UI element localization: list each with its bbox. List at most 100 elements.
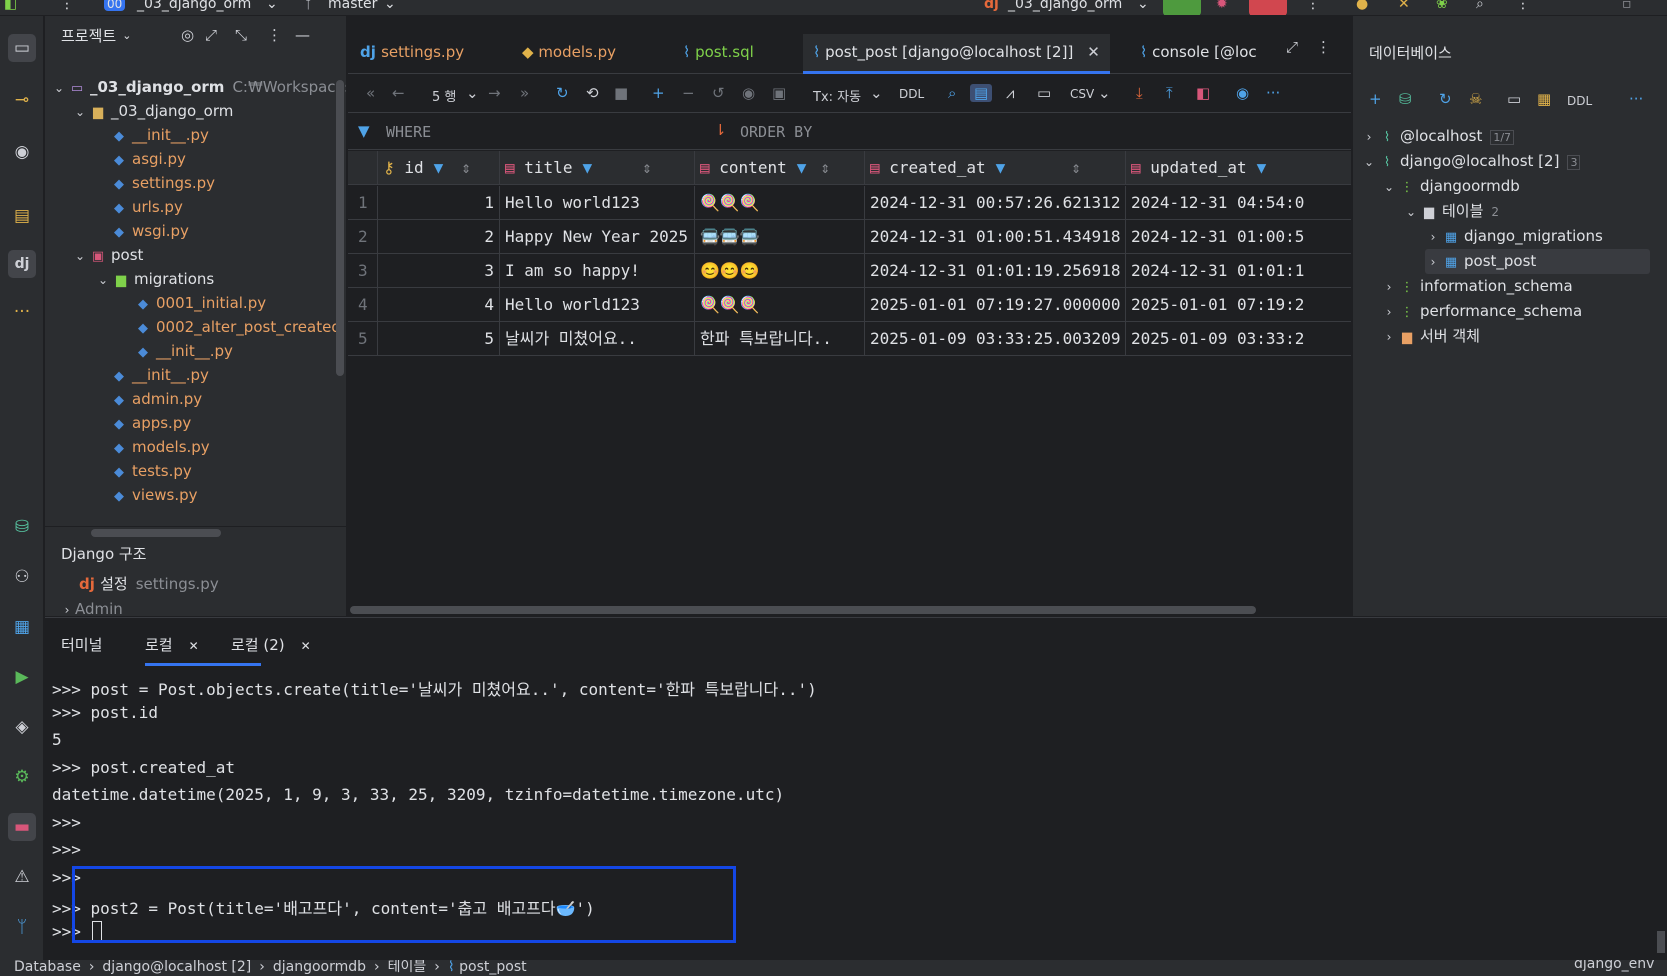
settings-more-icon[interactable]: ⋮: [1516, 0, 1530, 12]
save-icon[interactable]: ▣: [772, 84, 786, 102]
eye-icon[interactable]: ◉: [1236, 84, 1249, 102]
add-row-icon[interactable]: +: [652, 84, 665, 102]
tree-file[interactable]: ◆ urls.py: [109, 195, 183, 220]
column-header-id[interactable]: ⚷ id ▼ ⇕: [378, 151, 500, 185]
stop-icon[interactable]: ■: [614, 84, 628, 102]
compare-icon[interactable]: ◧: [1196, 84, 1210, 102]
chevron-down-icon[interactable]: ⌄: [1098, 84, 1111, 102]
target-icon[interactable]: ◎: [181, 26, 194, 44]
upload-icon[interactable]: ⤒: [1166, 84, 1173, 102]
refresh-icon[interactable]: ↻: [1439, 90, 1452, 108]
chevron-down-icon[interactable]: ⌄: [122, 29, 131, 42]
console-icon[interactable]: ▭: [1507, 90, 1521, 108]
view-mode-icon[interactable]: ▭: [1037, 84, 1051, 102]
tree-server-objects[interactable]: › ▆ 서버 객체: [1381, 324, 1480, 349]
tree-file[interactable]: ◆ 0001_initial.py: [133, 291, 266, 316]
tx-mode[interactable]: Tx: 자동: [813, 86, 861, 105]
tree-table[interactable]: › ▦ post_post: [1425, 249, 1650, 274]
refresh-icon[interactable]: ↻: [556, 84, 569, 102]
delete-row-icon[interactable]: −: [682, 84, 695, 102]
table-row[interactable]: 2 2 Happy New Year 2025 🚍🚍🚍 2024-12-31 0…: [348, 220, 1351, 254]
filter-icon[interactable]: ▤: [970, 84, 993, 102]
tree-folder[interactable]: ⌄ ▣ post: [72, 243, 143, 268]
excel-icon[interactable]: ▦: [8, 613, 36, 641]
history-icon[interactable]: ⟲: [586, 84, 599, 102]
table-row[interactable]: 1 1 Hello world123 🍭🍭🍭 2024-12-31 00:57:…: [348, 186, 1351, 220]
add-icon[interactable]: +: [1369, 90, 1382, 108]
datasource-icon[interactable]: ⛁: [1399, 90, 1412, 108]
project-name[interactable]: _03_django_orm: [137, 0, 251, 12]
options-icon[interactable]: ⋮: [267, 26, 282, 44]
structure-icon[interactable]: ▤: [8, 202, 36, 230]
tree-datasource[interactable]: › ⌇ @localhost 1/7: [1361, 124, 1515, 149]
more-icon[interactable]: ⋮: [1306, 0, 1320, 12]
search-icon[interactable]: ⌕: [948, 84, 956, 102]
column-header-created-at[interactable]: ▤ created_at ▼ ⇕: [865, 151, 1126, 185]
tree-root[interactable]: ⌄ ▭ _03_django_orm C:₩Workspaces: [51, 75, 346, 100]
revert-icon[interactable]: ↺: [712, 84, 725, 102]
table-row[interactable]: 3 3 I am so happy! 😊😊😊 2024-12-31 01:01:…: [348, 254, 1351, 288]
minimize-icon[interactable]: ▫: [1622, 0, 1632, 12]
git-icon[interactable]: ᛘ: [8, 913, 36, 941]
tree-datasource[interactable]: ⌄ ⌇ django@localhost [2] 3: [1361, 149, 1581, 174]
tree-file[interactable]: ◆ models.py: [109, 435, 210, 460]
tab-terminal[interactable]: 터미널: [61, 634, 102, 663]
table-row[interactable]: 4 4 Hello world123 🍭🍭🍭 2025-01-01 07:19:…: [348, 288, 1351, 322]
tree-schema[interactable]: ⌄ ⋮ djangoormdb: [1381, 174, 1520, 199]
project-tool-icon[interactable]: ▭: [8, 34, 36, 62]
column-header-title[interactable]: ▤ title ▼ ⇕: [500, 151, 695, 185]
collapse-icon[interactable]: ⤡: [235, 26, 247, 44]
python-console-icon[interactable]: ⚇: [8, 563, 36, 591]
where-input[interactable]: WHERE: [386, 123, 431, 141]
panel-title[interactable]: 프로젝트: [61, 25, 116, 46]
tree-file[interactable]: ◆ tests.py: [109, 459, 192, 484]
tree-file[interactable]: ◆ wsgi.py: [109, 219, 189, 244]
main-menu-icon[interactable]: ⋮: [60, 0, 74, 12]
next-page-icon[interactable]: →: [488, 84, 501, 102]
run-button[interactable]: [1163, 0, 1201, 15]
search-icon[interactable]: ⌕: [1476, 0, 1484, 12]
prev-page-icon[interactable]: ←: [392, 84, 405, 102]
stop-button[interactable]: [1249, 0, 1287, 15]
more-tools-icon[interactable]: ···: [8, 298, 36, 326]
maximize-icon[interactable]: ⤢: [1286, 38, 1298, 56]
more-icon[interactable]: ···: [1266, 84, 1280, 102]
scrollbar[interactable]: [336, 80, 344, 376]
first-page-icon[interactable]: «: [366, 84, 375, 102]
debug-icon[interactable]: ✹: [1216, 0, 1228, 12]
table-icon[interactable]: ▦: [1537, 90, 1551, 108]
tab-post-sql[interactable]: ⌇ post.sql: [673, 34, 764, 74]
branch-name[interactable]: master: [328, 0, 377, 12]
commit-icon[interactable]: ⊸: [8, 86, 36, 114]
tree-folder[interactable]: ⌄ ▆ _03_django_orm: [72, 99, 233, 124]
tree-schema[interactable]: › ⋮ information_schema: [1381, 274, 1573, 299]
tab-options-icon[interactable]: ⋮: [1316, 38, 1331, 56]
tree-schema[interactable]: › ⋮ performance_schema: [1381, 299, 1583, 324]
more-icon[interactable]: ···: [1629, 90, 1643, 108]
problems-icon[interactable]: ⚠: [8, 863, 36, 891]
chart-icon[interactable]: ⩘: [1006, 84, 1014, 102]
close-icon[interactable]: ✕: [1087, 43, 1100, 61]
table-row[interactable]: 5 5 날씨가 미쳤어요.. 한파 특보랍니다.. 2025-01-09 03:…: [348, 322, 1351, 356]
close-icon[interactable]: ✕: [301, 639, 311, 653]
page-size[interactable]: 5 행: [432, 86, 456, 105]
tree-file[interactable]: ◆ admin.py: [109, 387, 202, 412]
tab-models[interactable]: ◆ models.py: [512, 34, 626, 74]
tree-file[interactable]: ◆ 0002_alter_post_created: [133, 315, 341, 340]
disconnect-icon[interactable]: ☠: [1469, 90, 1482, 108]
run-config[interactable]: _03_django_orm: [1008, 0, 1122, 12]
ddl-button[interactable]: DDL: [899, 87, 924, 101]
tab-post-post[interactable]: ⌇ post_post [django@localhost [2]] ✕: [803, 34, 1110, 74]
column-header-content[interactable]: ▤ content ▼ ⇕: [695, 151, 865, 185]
tree-folder[interactable]: ⌄ ▆ migrations: [95, 267, 214, 292]
expand-icon[interactable]: ⤢: [205, 26, 217, 44]
tree-file[interactable]: ◆ __init__.py: [133, 339, 233, 364]
run-icon[interactable]: ▶: [8, 663, 36, 691]
tree-file[interactable]: ◆ __init__.py: [109, 363, 209, 388]
close-icon[interactable]: ✕: [189, 639, 199, 653]
tab-console[interactable]: ⌇ console [@loc: [1130, 34, 1290, 74]
account-icon[interactable]: ●: [1356, 0, 1368, 12]
tree-file[interactable]: ◆ asgi.py: [109, 147, 186, 172]
layers-icon[interactable]: ◈: [8, 713, 36, 741]
tree-table[interactable]: › ▦ django_migrations: [1425, 224, 1603, 249]
